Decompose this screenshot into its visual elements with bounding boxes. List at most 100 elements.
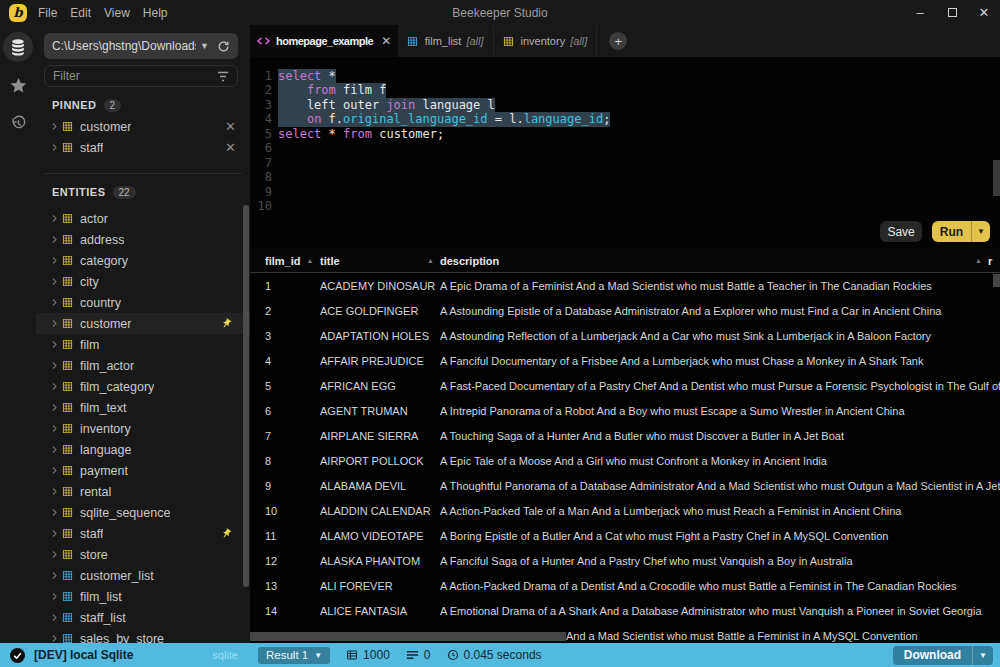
col-film_id[interactable]: film_id [265,255,300,267]
chevron-right-icon[interactable] [50,235,62,244]
entity-item-language[interactable]: language [36,439,250,460]
menu-edit[interactable]: Edit [70,6,91,20]
table-row-6[interactable]: 6AGENT TRUMANA Intrepid Panorama of a Ro… [250,398,1000,423]
minimize-icon[interactable]: – [904,0,936,25]
entity-item-store[interactable]: store [36,544,250,565]
entity-item-sqlite_sequence[interactable]: sqlite_sequence [36,502,250,523]
chevron-right-icon[interactable] [50,571,62,580]
download-caret-icon[interactable]: ▼ [972,646,993,665]
star-icon[interactable] [3,70,33,100]
tab-close-icon[interactable]: ✕ [381,34,391,48]
refresh-icon[interactable] [217,40,230,53]
chevron-right-icon[interactable] [50,508,62,517]
entity-item-customer[interactable]: customer [36,313,250,334]
chevron-right-icon[interactable] [50,550,62,559]
chevron-right-icon[interactable] [50,382,62,391]
chevron-right-icon[interactable] [50,634,62,643]
entity-item-rental[interactable]: rental [36,481,250,502]
col-description[interactable]: description [440,255,499,267]
chevron-right-icon[interactable] [50,466,62,475]
chevron-right-icon[interactable] [50,277,62,286]
entity-item-film_actor[interactable]: film_actor [36,355,250,376]
maximize-icon[interactable] [936,0,968,25]
tab-film_list[interactable]: film_list[all] [398,25,494,57]
sort-asc-icon[interactable]: ▲ [975,257,982,264]
chevron-right-icon[interactable] [50,613,62,622]
pinned-item-customer[interactable]: customer✕ [36,116,250,137]
results-horizontal-scrollbar[interactable] [250,632,566,641]
chevron-right-icon[interactable] [50,298,62,307]
run-button[interactable]: Run [932,221,971,242]
entity-item-staff[interactable]: staff [36,523,250,544]
table-row-12[interactable]: 12ALASKA PHANTOMA Fanciful Saga of a Hun… [250,548,1000,573]
sort-asc-icon[interactable]: ▲ [427,257,434,264]
entity-item-film_category[interactable]: film_category [36,376,250,397]
unpin-close-icon[interactable]: ✕ [225,119,236,134]
editor-scrollbar[interactable] [993,160,1000,196]
table-row-10[interactable]: 10ALADDIN CALENDARA Action-Packed Tale o… [250,498,1000,523]
download-button[interactable]: Download [893,646,972,665]
col-title[interactable]: title [320,255,340,267]
tab-homepage_example[interactable]: homepage_example✕ [250,25,398,57]
entity-item-film[interactable]: film [36,334,250,355]
table-row-8[interactable]: 8AIRPORT POLLOCKA Epic Tale of a Moose A… [250,448,1000,473]
table-row-3[interactable]: 3ADAPTATION HOLESA Astounding Reflection… [250,323,1000,348]
table-row-9[interactable]: 9ALABAMA DEVILA Thoughtful Panorama of a… [250,473,1000,498]
entity-item-inventory[interactable]: inventory [36,418,250,439]
run-button-group[interactable]: Run ▼ [932,221,990,242]
chevron-right-icon[interactable] [50,143,62,152]
entity-item-film_list[interactable]: film_list [36,586,250,607]
sort-asc-icon[interactable]: ▲ [306,257,313,264]
chevron-right-icon[interactable] [50,256,62,265]
chevron-right-icon[interactable] [50,122,62,131]
tab-inventory[interactable]: inventory[all] [494,25,598,57]
entity-item-customer_list[interactable]: customer_list [36,565,250,586]
chevron-right-icon[interactable] [50,340,62,349]
entity-item-country[interactable]: country [36,292,250,313]
menu-help[interactable]: Help [143,6,168,20]
history-icon[interactable] [3,108,33,138]
run-dropdown-caret-icon[interactable]: ▼ [971,221,990,242]
menu-view[interactable]: View [104,6,130,20]
sql-editor[interactable]: 1select *2 from film f3 left outer join … [250,57,1000,249]
chevron-right-icon[interactable] [50,529,62,538]
new-tab-button[interactable]: + [609,32,627,50]
entity-item-sales_by_store[interactable]: sales_by_store [36,628,250,643]
chevron-right-icon[interactable] [50,445,62,454]
entity-item-film_text[interactable]: film_text [36,397,250,418]
chevron-right-icon[interactable] [50,592,62,601]
table-row-2[interactable]: 2ACE GOLDFINGERA Astounding Epistle of a… [250,298,1000,323]
pinned-item-staff[interactable]: staff✕ [36,137,250,158]
entity-item-staff_list[interactable]: staff_list [36,607,250,628]
sidebar-scrollbar[interactable] [243,205,249,587]
table-row-1[interactable]: 1ACADEMY DINOSAURA Epic Drama of a Femin… [250,273,1000,298]
entity-item-actor[interactable]: actor [36,208,250,229]
table-row-4[interactable]: 4AFFAIR PREJUDICEA Fanciful Documentary … [250,348,1000,373]
chevron-right-icon[interactable] [50,214,62,223]
entity-item-address[interactable]: address [36,229,250,250]
save-button[interactable]: Save [880,221,921,242]
unpin-close-icon[interactable]: ✕ [225,140,236,155]
result-selector[interactable]: Result 1 ▼ [258,647,330,664]
chevron-right-icon[interactable] [50,403,62,412]
table-row-7[interactable]: 7AIRPLANE SIERRAA Touching Saga of a Hun… [250,423,1000,448]
chevron-right-icon[interactable] [50,361,62,370]
connection-select[interactable]: C:\Users\ghstng\Downloads ▼ [44,33,238,59]
results-vertical-scrollbar[interactable] [993,274,1000,287]
table-row-14[interactable]: 14ALICE FANTASIAA Emotional Drama of a A… [250,598,1000,623]
menu-file[interactable]: File [38,6,57,20]
table-row-13[interactable]: 13ALI FOREVERA Action-Packed Drama of a … [250,573,1000,598]
chevron-right-icon[interactable] [50,424,62,433]
chevron-right-icon[interactable] [50,487,62,496]
download-button-group[interactable]: Download ▼ [893,646,993,665]
entity-item-category[interactable]: category [36,250,250,271]
entity-item-city[interactable]: city [36,271,250,292]
close-icon[interactable]: ✕ [968,0,1000,25]
filter-input[interactable]: Filter [44,65,238,87]
database-icon[interactable] [3,32,33,62]
filter-funnel-icon[interactable] [217,71,229,82]
table-row-5[interactable]: 5AFRICAN EGGA Fast-Paced Documentary of … [250,373,1000,398]
col-clipped[interactable]: r [988,255,1000,267]
chevron-right-icon[interactable] [50,319,62,328]
table-row-11[interactable]: 11ALAMO VIDEOTAPEA Boring Epistle of a B… [250,523,1000,548]
